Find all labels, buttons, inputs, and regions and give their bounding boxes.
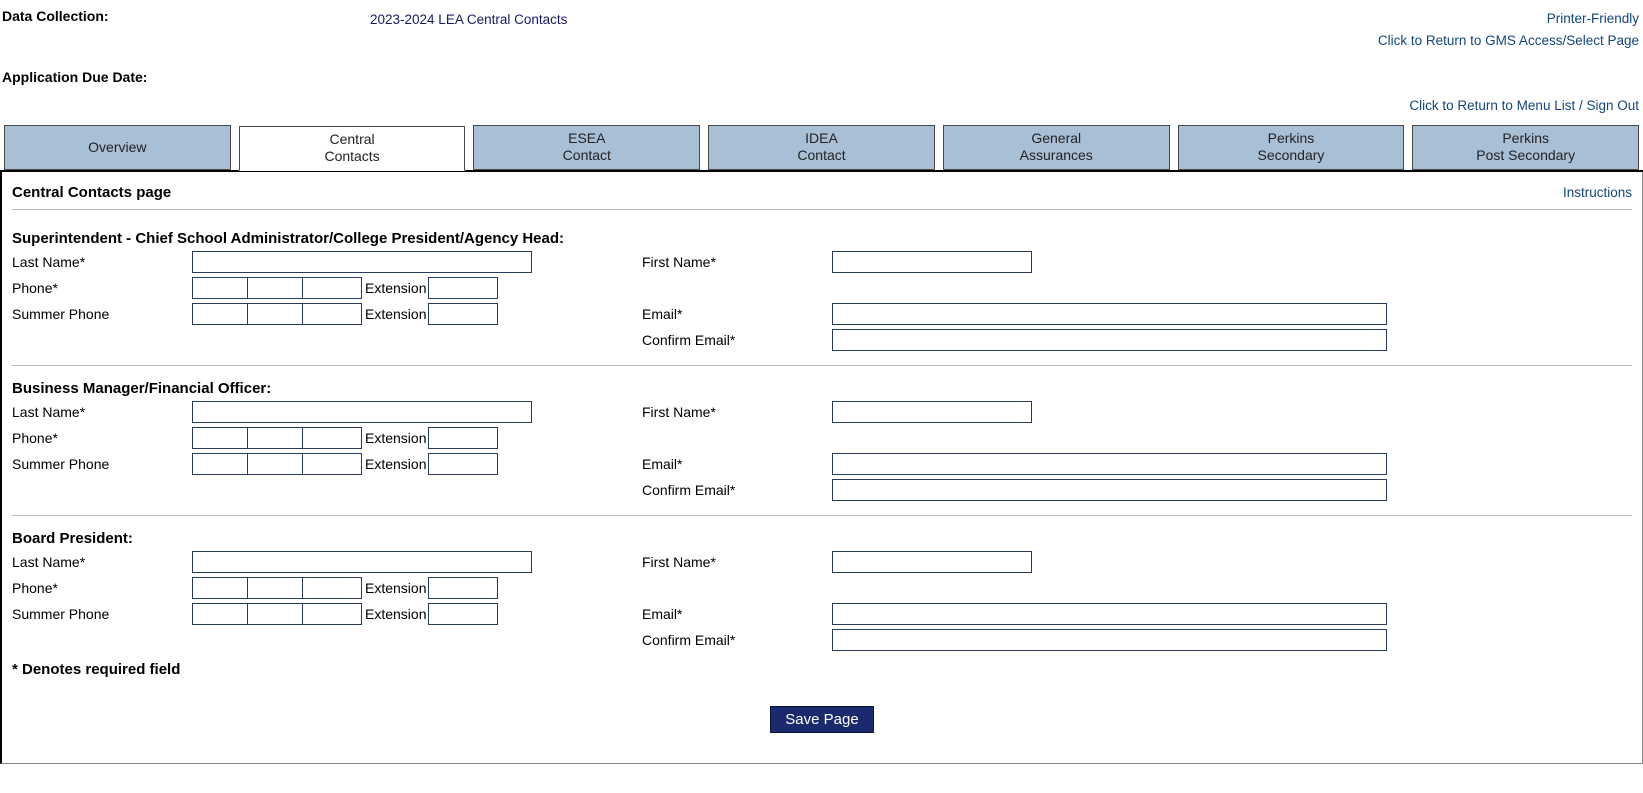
label-extension: Extension (365, 306, 426, 322)
superintendent-phone-ext-input[interactable] (428, 277, 498, 299)
label-first-name: First Name* (642, 404, 832, 420)
section-divider (12, 515, 1632, 516)
due-date-label: Application Due Date: (2, 69, 147, 85)
label-last-name: Last Name* (12, 404, 192, 420)
board-president-phone-ext-input[interactable] (428, 577, 498, 599)
label-phone: Phone* (12, 580, 192, 596)
superintendent-phone-3-input[interactable] (302, 277, 362, 299)
label-extension: Extension (365, 280, 426, 296)
section-heading-superintendent: Superintendent - Chief School Administra… (12, 230, 1632, 247)
tab-general-assurances[interactable]: General Assurances (943, 125, 1170, 170)
superintendent-confirm-email-input[interactable] (832, 329, 1387, 351)
business-manager-phone-ext-input[interactable] (428, 427, 498, 449)
board-president-email-input[interactable] (832, 603, 1387, 625)
label-first-name: First Name* (642, 554, 832, 570)
business-manager-first-name-input[interactable] (832, 401, 1032, 423)
board-president-confirm-email-input[interactable] (832, 629, 1387, 651)
label-email: Email* (642, 606, 832, 622)
board-president-phone-2-input[interactable] (247, 577, 303, 599)
tab-perkins-secondary[interactable]: Perkins Secondary (1178, 125, 1405, 170)
board-president-last-name-input[interactable] (192, 551, 532, 573)
return-menu-link[interactable]: Click to Return to Menu List / Sign Out (1409, 98, 1639, 113)
business-manager-phone-3-input[interactable] (302, 427, 362, 449)
label-phone: Phone* (12, 430, 192, 446)
label-phone: Phone* (12, 280, 192, 296)
superintendent-summer-phone-3-input[interactable] (302, 303, 362, 325)
board-president-phone-1-input[interactable] (192, 577, 248, 599)
superintendent-last-name-input[interactable] (192, 251, 532, 273)
label-extension: Extension (365, 580, 426, 596)
board-president-phone-3-input[interactable] (302, 577, 362, 599)
required-field-note: * Denotes required field (12, 661, 1632, 678)
business-manager-summer-phone-3-input[interactable] (302, 453, 362, 475)
section-heading-business-manager: Business Manager/Financial Officer: (12, 380, 1632, 397)
superintendent-email-input[interactable] (832, 303, 1387, 325)
label-first-name: First Name* (642, 254, 832, 270)
return-gms-link[interactable]: Click to Return to GMS Access/Select Pag… (1378, 30, 1639, 52)
business-manager-confirm-email-input[interactable] (832, 479, 1387, 501)
board-president-summer-phone-ext-input[interactable] (428, 603, 498, 625)
superintendent-phone-2-input[interactable] (247, 277, 303, 299)
label-summer-phone: Summer Phone (12, 456, 192, 472)
superintendent-summer-phone-2-input[interactable] (247, 303, 303, 325)
label-extension: Extension (365, 606, 426, 622)
instructions-link[interactable]: Instructions (1563, 185, 1632, 200)
board-president-summer-phone-3-input[interactable] (302, 603, 362, 625)
tab-perkins-post-secondary[interactable]: Perkins Post Secondary (1412, 125, 1639, 170)
board-president-summer-phone-1-input[interactable] (192, 603, 248, 625)
label-summer-phone: Summer Phone (12, 606, 192, 622)
tab-central-contacts[interactable]: Central Contacts (239, 126, 466, 171)
page-title: Central Contacts page (12, 184, 171, 201)
label-email: Email* (642, 456, 832, 472)
superintendent-summer-phone-ext-input[interactable] (428, 303, 498, 325)
business-manager-phone-2-input[interactable] (247, 427, 303, 449)
data-collection-value: 2023-2024 LEA Central Contacts (370, 8, 567, 27)
business-manager-phone-1-input[interactable] (192, 427, 248, 449)
business-manager-summer-phone-2-input[interactable] (247, 453, 303, 475)
board-president-summer-phone-2-input[interactable] (247, 603, 303, 625)
data-collection-label: Data Collection: (2, 8, 109, 24)
superintendent-first-name-input[interactable] (832, 251, 1032, 273)
label-extension: Extension (365, 456, 426, 472)
label-email: Email* (642, 306, 832, 322)
superintendent-phone-1-input[interactable] (192, 277, 248, 299)
printer-friendly-link[interactable]: Printer-Friendly (1378, 8, 1639, 30)
label-summer-phone: Summer Phone (12, 306, 192, 322)
business-manager-summer-phone-ext-input[interactable] (428, 453, 498, 475)
label-confirm-email: Confirm Email* (642, 332, 832, 348)
tab-overview[interactable]: Overview (4, 125, 231, 170)
business-manager-summer-phone-1-input[interactable] (192, 453, 248, 475)
board-president-first-name-input[interactable] (832, 551, 1032, 573)
label-last-name: Last Name* (12, 554, 192, 570)
save-page-button[interactable]: Save Page (770, 706, 873, 733)
label-extension: Extension (365, 430, 426, 446)
section-divider (12, 365, 1632, 366)
section-heading-board-president: Board President: (12, 530, 1632, 547)
label-confirm-email: Confirm Email* (642, 632, 832, 648)
business-manager-email-input[interactable] (832, 453, 1387, 475)
superintendent-summer-phone-1-input[interactable] (192, 303, 248, 325)
label-last-name: Last Name* (12, 254, 192, 270)
tab-bar: Overview Central Contacts ESEA Contact I… (0, 125, 1643, 172)
label-confirm-email: Confirm Email* (642, 482, 832, 498)
business-manager-last-name-input[interactable] (192, 401, 532, 423)
tab-esea-contact[interactable]: ESEA Contact (473, 125, 700, 170)
tab-idea-contact[interactable]: IDEA Contact (708, 125, 935, 170)
